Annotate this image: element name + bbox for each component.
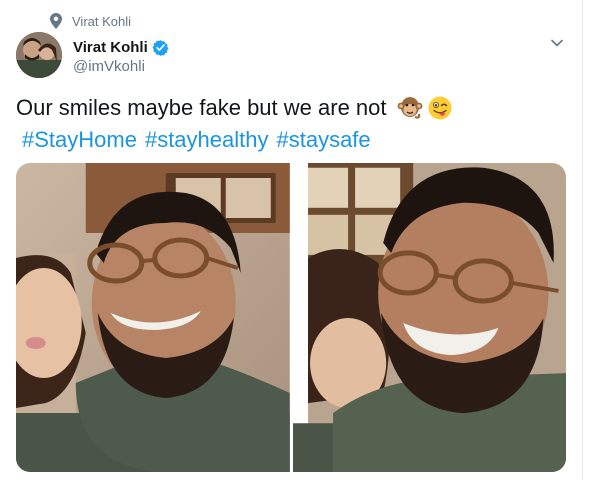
avatar-image bbox=[16, 32, 62, 78]
photo-1[interactable] bbox=[16, 163, 290, 472]
tweet-context: Virat Kohli bbox=[50, 12, 131, 30]
author-handle[interactable]: @imVkohli bbox=[73, 58, 169, 75]
media-grid bbox=[16, 163, 566, 472]
author-display-name[interactable]: Virat Kohli bbox=[73, 39, 148, 56]
tweet-text-line: Our smiles maybe fake but we are not bbox=[16, 92, 556, 124]
monkey-emoji-icon bbox=[397, 97, 422, 119]
photo-2-image bbox=[292, 163, 566, 472]
name-row: Virat Kohli bbox=[73, 37, 169, 57]
avatar[interactable] bbox=[16, 32, 62, 78]
context-label: Virat Kohli bbox=[72, 13, 132, 29]
photo-2[interactable] bbox=[292, 163, 566, 472]
photo-1-image bbox=[16, 163, 290, 472]
hashtag-row: #StayHome #stayhealthy #staysafe bbox=[16, 124, 556, 156]
winking-tongue-emoji-icon bbox=[428, 96, 451, 120]
author-info: Virat Kohli @imVkohli bbox=[73, 37, 169, 75]
location-pin-icon bbox=[50, 13, 62, 29]
hashtag-staysafe[interactable]: #staysafe bbox=[276, 124, 370, 156]
hashtag-stayhome[interactable]: #StayHome bbox=[22, 124, 137, 156]
chevron-down-icon[interactable] bbox=[550, 36, 564, 50]
tweet-text: Our smiles maybe fake but we are not #St… bbox=[16, 92, 556, 156]
hashtag-stayhealthy[interactable]: #stayhealthy bbox=[145, 124, 269, 156]
tweet-body: Our smiles maybe fake but we are not bbox=[16, 95, 387, 120]
tweet-card[interactable]: Virat Kohli Virat Kohli @imVkohli Our sm… bbox=[0, 0, 583, 480]
verified-badge-icon bbox=[152, 39, 169, 56]
